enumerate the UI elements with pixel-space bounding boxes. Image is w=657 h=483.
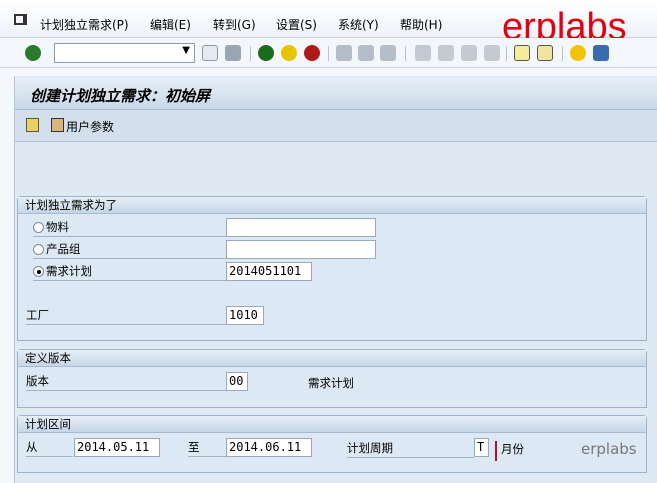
group-planning-interval: 计划区间 从 2014.05.11 至 2014.06.11 计划周期 T 月份… xyxy=(17,415,647,473)
menu-system[interactable]: 系统(Y) xyxy=(338,16,379,33)
version-label: 版本 xyxy=(26,373,226,391)
back-icon[interactable] xyxy=(258,45,274,61)
menu-goto[interactable]: 转到(G) xyxy=(213,16,256,33)
demand-plan-input[interactable]: 2014051101 xyxy=(226,262,312,281)
user-params-button[interactable]: 用户参数 xyxy=(66,118,114,135)
next-page-icon[interactable] xyxy=(461,45,477,61)
group-header: 计划独立需求为了 xyxy=(18,197,646,214)
from-date-input[interactable]: 2014.05.11 xyxy=(74,438,160,457)
copy-icon[interactable] xyxy=(26,118,39,132)
first-page-icon[interactable] xyxy=(415,45,431,61)
group-plan-for: 计划独立需求为了 物料 产品组 需求计划 2014051101 工厂 1010 xyxy=(17,196,647,341)
group-version: 定义版本 版本 00 需求计划 xyxy=(17,349,647,408)
menu-help[interactable]: 帮助(H) xyxy=(400,16,442,33)
material-input[interactable] xyxy=(226,218,376,237)
previous-page-icon[interactable] xyxy=(438,45,454,61)
plant-label: 工厂 xyxy=(26,307,226,325)
version-input[interactable]: 00 xyxy=(226,372,248,391)
help-icon[interactable] xyxy=(570,45,586,61)
plant-input[interactable]: 1010 xyxy=(226,306,264,325)
menu-icon[interactable] xyxy=(14,14,27,25)
radio-button[interactable] xyxy=(33,244,44,255)
radio-demand-plan[interactable]: 需求计划 xyxy=(33,263,226,281)
save-icon[interactable] xyxy=(225,45,241,61)
product-group-input[interactable] xyxy=(226,240,376,259)
new-session-icon[interactable] xyxy=(514,45,530,61)
command-field[interactable]: ▼ xyxy=(54,43,195,63)
to-date-input[interactable]: 2014.06.11 xyxy=(226,438,312,457)
menu-edit[interactable]: 编辑(E) xyxy=(150,16,191,33)
last-page-icon[interactable] xyxy=(484,45,500,61)
radio-material[interactable]: 物料 xyxy=(33,219,226,237)
print-icon[interactable] xyxy=(336,45,352,61)
find-icon[interactable] xyxy=(358,45,374,61)
radio-button[interactable] xyxy=(33,222,44,233)
menu-bar: 计划独立需求(P) 编辑(E) 转到(G) 设置(S) 系统(Y) 帮助(H) … xyxy=(0,0,657,48)
layout-icon[interactable] xyxy=(593,45,609,61)
period-description: 月份 xyxy=(495,441,524,461)
period-label: 计划周期 xyxy=(347,440,474,458)
group-header: 定义版本 xyxy=(18,350,646,367)
page-title: 创建计划独立需求：初始屏 xyxy=(30,87,211,105)
title-bar: 创建计划独立需求：初始屏 xyxy=(15,78,657,110)
version-description: 需求计划 xyxy=(308,376,354,390)
enter-icon[interactable] xyxy=(25,45,41,61)
shortcut-icon[interactable] xyxy=(537,45,553,61)
chevron-down-icon[interactable]: ▼ xyxy=(182,45,190,56)
to-label: 至 xyxy=(188,439,226,457)
standard-toolbar: ▼ xyxy=(0,38,657,68)
radio-button-selected[interactable] xyxy=(33,266,44,277)
application-toolbar: 用户参数 xyxy=(15,110,657,142)
group-header: 计划区间 xyxy=(18,416,646,433)
find-next-icon[interactable] xyxy=(380,45,396,61)
menu-plan[interactable]: 计划独立需求(P) xyxy=(40,16,129,33)
exit-icon[interactable] xyxy=(281,45,297,61)
watermark-bottom: erplabs xyxy=(581,440,637,458)
menu-settings[interactable]: 设置(S) xyxy=(276,16,317,33)
user-params-icon[interactable] xyxy=(51,118,64,132)
from-label: 从 xyxy=(26,439,73,457)
back-arrow-icon[interactable] xyxy=(202,45,218,61)
radio-product-group[interactable]: 产品组 xyxy=(33,241,226,259)
period-input[interactable]: T xyxy=(474,438,489,457)
cancel-icon[interactable] xyxy=(304,45,320,61)
